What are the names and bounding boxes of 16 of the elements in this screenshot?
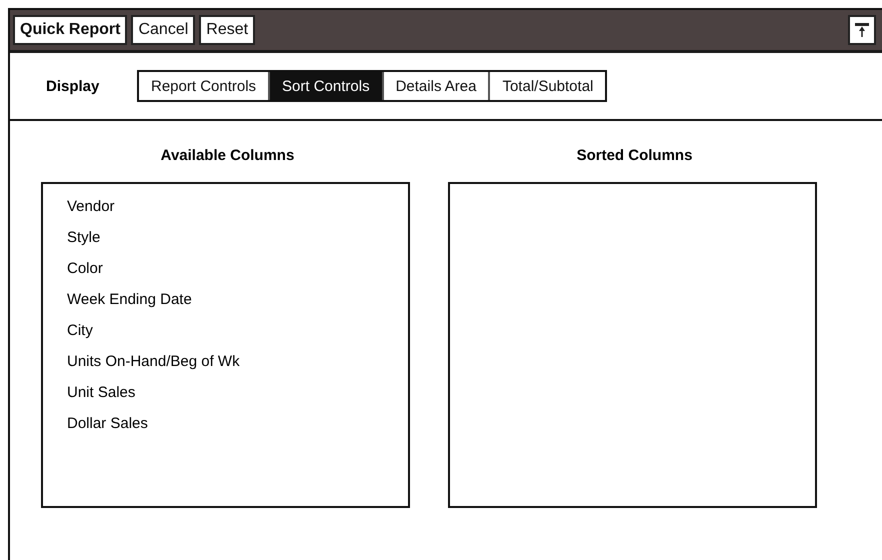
list-title: Sorted Columns (576, 147, 692, 164)
toolbar-button[interactable]: Reset (199, 15, 256, 45)
display-label: Display (46, 78, 100, 94)
move-to-top-icon[interactable] (848, 15, 876, 45)
column-item[interactable]: City (43, 316, 117, 347)
list-title: Available Columns (160, 147, 294, 164)
column-item[interactable]: Color (43, 254, 127, 285)
display-tab[interactable]: Sort Controls (268, 72, 382, 100)
column-item[interactable]: Style (43, 223, 124, 254)
toolbar-button[interactable]: Cancel (131, 15, 196, 45)
column-item[interactable]: Week Ending Date (43, 285, 216, 316)
column-item[interactable]: Unit Sales (43, 378, 160, 409)
column-item[interactable]: Vendor (43, 192, 139, 223)
toolbar-button[interactable]: Quick Report (13, 15, 128, 45)
column-item[interactable]: Dollar Sales (43, 409, 172, 440)
column-item[interactable]: Units On-Hand/Beg of Wk (43, 347, 264, 378)
